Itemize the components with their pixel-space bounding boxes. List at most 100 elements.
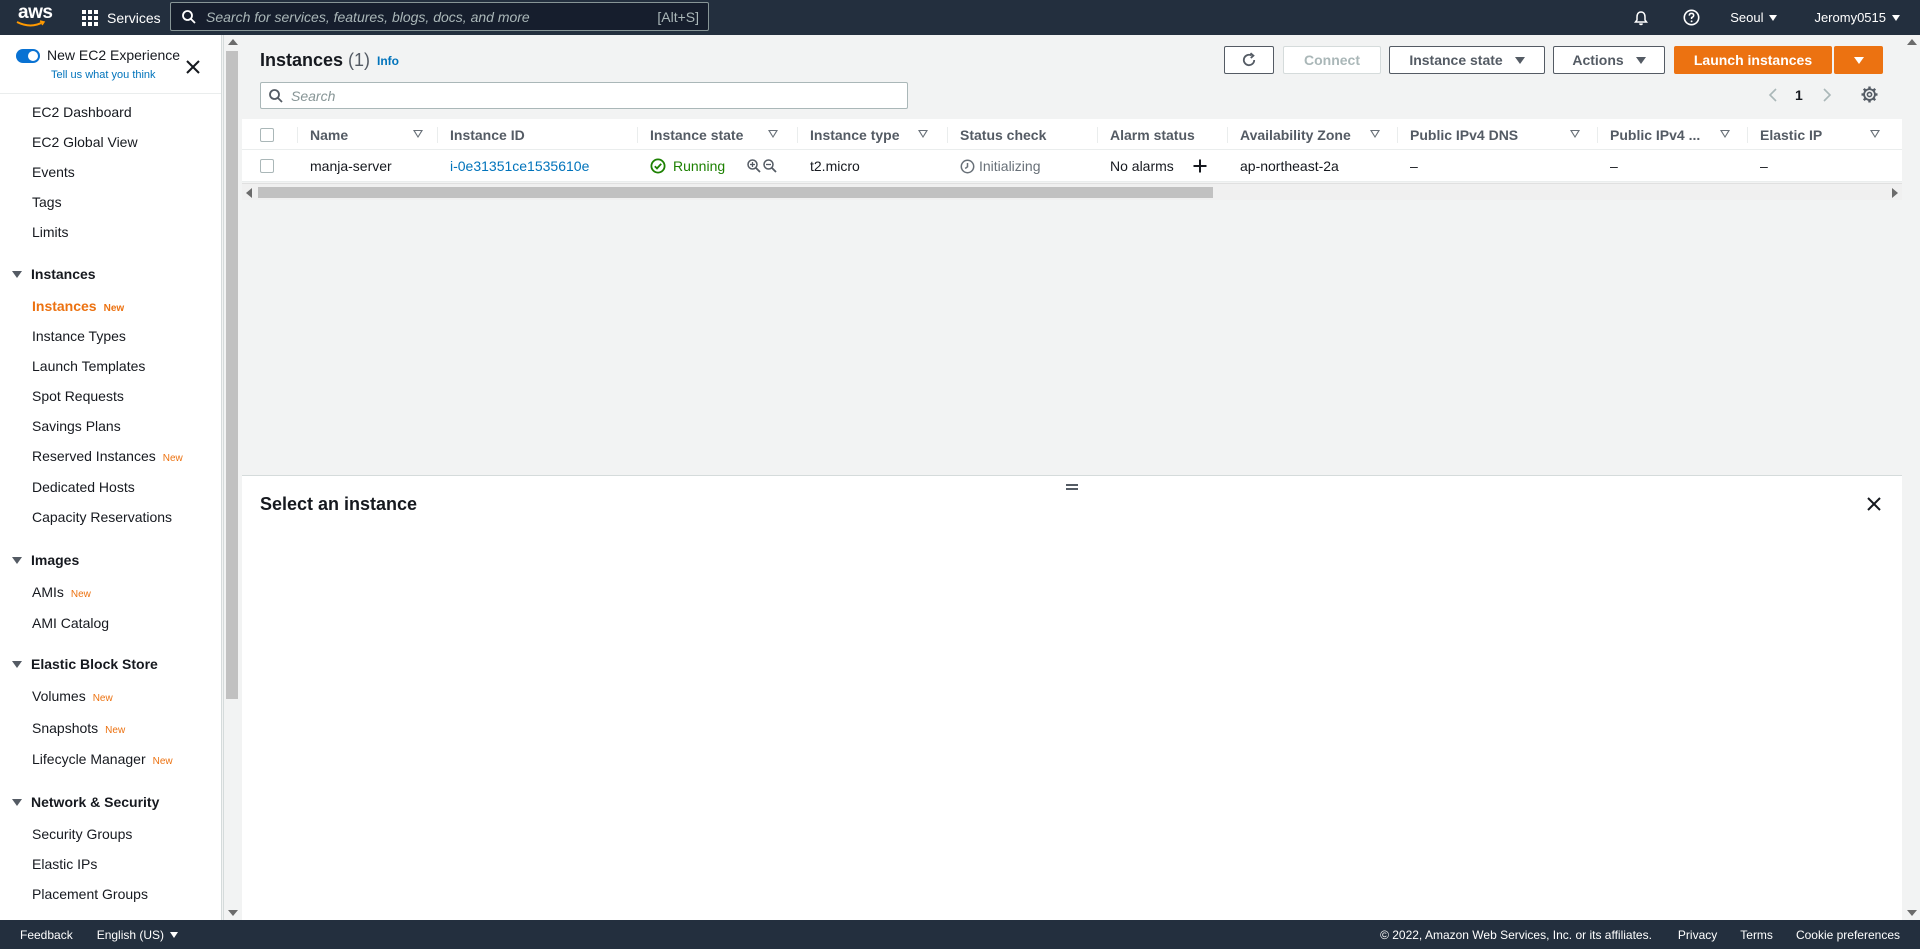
scroll-up-icon[interactable]	[228, 39, 238, 45]
row-checkbox[interactable]	[260, 159, 274, 173]
column-header-instance-type[interactable]: Instance type	[796, 119, 899, 150]
zoom-out-icon[interactable]	[763, 159, 777, 173]
scroll-left-icon[interactable]	[246, 188, 252, 198]
notifications-button[interactable]	[1629, 6, 1653, 30]
filter-icon[interactable]	[918, 130, 928, 138]
filter-icon[interactable]	[1720, 130, 1730, 138]
sidebar-item-events[interactable]: Events	[32, 164, 75, 180]
column-header-instance-id[interactable]: Instance ID	[437, 119, 525, 150]
column-header-elastic-ip[interactable]: Elastic IP	[1746, 119, 1822, 150]
table-horizontal-scrollbar[interactable]	[242, 183, 1902, 200]
sidebar-item-capacity-reservations[interactable]: Capacity Reservations	[32, 509, 172, 525]
sidebar-item-amis[interactable]: AMIs New	[32, 584, 91, 600]
scroll-up-icon[interactable]	[1907, 39, 1917, 45]
instance-search-input[interactable]	[291, 87, 907, 104]
close-icon[interactable]	[1864, 494, 1884, 514]
search-icon	[269, 88, 283, 103]
scroll-thumb[interactable]	[226, 51, 238, 699]
services-menu[interactable]: Services	[82, 9, 161, 26]
feedback-link[interactable]: Feedback	[20, 928, 73, 942]
new-experience-toggle[interactable]	[16, 49, 40, 63]
sidebar-item-reserved-instances[interactable]: Reserved Instances New	[32, 448, 183, 464]
feedback-link[interactable]: Tell us what you think	[51, 69, 156, 81]
sidebar-item-instance-types[interactable]: Instance Types	[32, 328, 126, 344]
sidebar-item-tags[interactable]: Tags	[32, 194, 62, 210]
resize-handle[interactable]	[1066, 484, 1078, 490]
sidebar-item-ec2-dashboard[interactable]: EC2 Dashboard	[32, 104, 132, 120]
sidebar-item-ami-catalog[interactable]: AMI Catalog	[32, 615, 109, 631]
zoom-in-icon[interactable]	[747, 159, 761, 173]
info-link[interactable]: Info	[377, 54, 399, 68]
details-split-panel: Select an instance	[242, 475, 1902, 920]
gear-icon[interactable]	[1861, 86, 1878, 103]
caret-down-icon	[12, 556, 22, 564]
aws-logo[interactable]: aws	[14, 0, 64, 35]
sidebar-item-ec2-global-view[interactable]: EC2 Global View	[32, 134, 138, 150]
filter-icon[interactable]	[768, 130, 778, 138]
column-header-availability-zone[interactable]: Availability Zone	[1227, 119, 1351, 150]
instance-state-text: Running	[673, 158, 726, 174]
sidebar-item-volumes[interactable]: Volumes New	[32, 688, 113, 704]
sidebar-item-label: Instances	[32, 298, 97, 314]
sidebar-item-spot-requests[interactable]: Spot Requests	[32, 388, 124, 404]
cookie-preferences-link[interactable]: Cookie preferences	[1796, 928, 1900, 942]
cell-public-ipv4: –	[1610, 158, 1618, 174]
table-header: Name Instance ID Instance state Instance…	[242, 119, 1902, 150]
filter-icon[interactable]	[1570, 130, 1580, 138]
filter-icon[interactable]	[413, 130, 423, 138]
sidebar-section-elastic-block-store[interactable]: Elastic Block Store	[12, 656, 158, 672]
plus-icon[interactable]	[1193, 159, 1207, 173]
sidebar-section-images[interactable]: Images	[12, 552, 79, 568]
instance-state-button[interactable]: Instance state	[1389, 46, 1545, 74]
sidebar-item-savings-plans[interactable]: Savings Plans	[32, 418, 121, 434]
sidebar-item-instances[interactable]: Instances New	[32, 298, 124, 314]
chevron-left-icon[interactable]	[1768, 88, 1778, 102]
sidebar-item-launch-templates[interactable]: Launch Templates	[32, 358, 145, 374]
actions-button[interactable]: Actions	[1553, 46, 1665, 74]
filter-icon[interactable]	[1870, 130, 1880, 138]
sidebar-item-placement-groups[interactable]: Placement Groups	[32, 886, 148, 902]
scroll-thumb[interactable]	[258, 187, 1213, 198]
table-row[interactable]: manja-server i-0e31351ce1535610e Running	[242, 150, 1902, 182]
help-button[interactable]	[1679, 6, 1703, 30]
nav-right-group: Seoul Jeromy0515	[1629, 0, 1920, 35]
connect-button[interactable]: Connect	[1283, 46, 1381, 74]
column-header-public-ipv4-dns[interactable]: Public IPv4 DNS	[1396, 119, 1518, 150]
page-number[interactable]: 1	[1795, 87, 1803, 103]
global-search-input[interactable]	[206, 8, 658, 25]
global-search[interactable]: [Alt+S]	[170, 2, 709, 31]
sidebar-section-instances[interactable]: Instances	[12, 266, 96, 282]
sidebar-item-snapshots[interactable]: Snapshots New	[32, 720, 125, 736]
account-menu[interactable]: Jeromy0515	[1814, 10, 1900, 25]
terms-link[interactable]: Terms	[1740, 928, 1773, 942]
instance-search[interactable]	[260, 82, 908, 109]
cell-instance-id[interactable]: i-0e31351ce1535610e	[450, 150, 589, 182]
scroll-down-icon[interactable]	[228, 910, 238, 916]
region-selector[interactable]: Seoul	[1730, 10, 1778, 25]
filter-icon[interactable]	[1370, 130, 1380, 138]
language-selector[interactable]: English (US)	[97, 928, 179, 942]
scroll-right-icon[interactable]	[1892, 188, 1898, 198]
column-header-name[interactable]: Name	[296, 119, 348, 150]
column-header-instance-state[interactable]: Instance state	[636, 119, 743, 150]
launch-instances-button[interactable]: Launch instances	[1674, 46, 1832, 74]
column-header-public-ipv4[interactable]: Public IPv4 ...	[1596, 119, 1700, 150]
sidebar-item-dedicated-hosts[interactable]: Dedicated Hosts	[32, 479, 135, 495]
privacy-link[interactable]: Privacy	[1678, 928, 1717, 942]
select-all-checkbox[interactable]	[260, 128, 274, 142]
refresh-button[interactable]	[1224, 46, 1274, 74]
launch-options-button[interactable]	[1834, 46, 1883, 74]
close-icon[interactable]	[183, 57, 203, 77]
main-scrollbar[interactable]	[1903, 35, 1920, 920]
sidebar-item-elastic-ips[interactable]: Elastic IPs	[32, 856, 97, 872]
sidebar-item-security-groups[interactable]: Security Groups	[32, 826, 132, 842]
sidebar: New EC2 Experience Tell us what you thin…	[0, 35, 222, 920]
scroll-down-icon[interactable]	[1907, 910, 1917, 916]
sidebar-section-network-security[interactable]: Network & Security	[12, 794, 159, 810]
sidebar-item-lifecycle-manager[interactable]: Lifecycle Manager New	[32, 751, 173, 767]
sidebar-item-limits[interactable]: Limits	[32, 224, 69, 240]
column-header-status-check[interactable]: Status check	[946, 119, 1046, 150]
chevron-right-icon[interactable]	[1822, 88, 1832, 102]
column-header-alarm-status[interactable]: Alarm status	[1097, 119, 1195, 150]
sidebar-scrollbar[interactable]	[223, 35, 241, 920]
